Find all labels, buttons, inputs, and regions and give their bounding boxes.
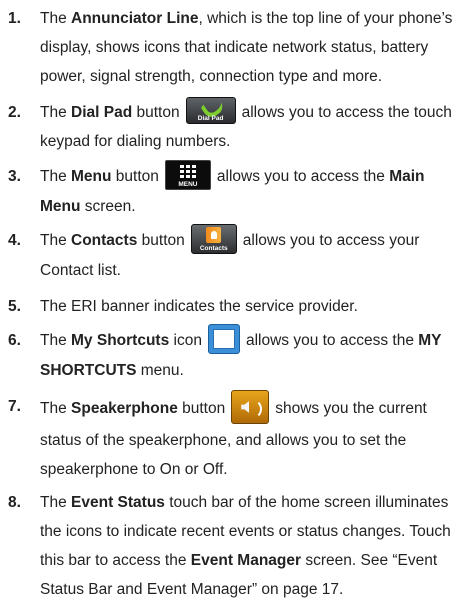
dial-pad-icon: Dial Pad bbox=[185, 96, 236, 125]
term-event-status: Event Status bbox=[71, 494, 165, 511]
menu-icon: MENU bbox=[164, 160, 211, 190]
speakerphone-icon bbox=[231, 390, 270, 424]
item-text: The Menu button MENU allows you to access … bbox=[40, 160, 468, 221]
item-number: 4. bbox=[8, 232, 21, 249]
term-menu: Menu bbox=[71, 168, 112, 186]
item-text: The My Shortcuts icon allows you to acces… bbox=[40, 324, 468, 385]
item-number: 8. bbox=[8, 494, 21, 511]
term-annunciator-line: Annunciator Line bbox=[71, 10, 199, 27]
item-number: 3. bbox=[8, 168, 21, 185]
term-contacts: Contacts bbox=[71, 232, 138, 250]
dial-pad-icon-caption: Dial Pad bbox=[197, 115, 224, 123]
manual-page: 1. The Annunciator Line, which is the to… bbox=[0, 0, 472, 614]
item-number: 5. bbox=[8, 298, 21, 315]
item-number: 2. bbox=[8, 104, 21, 121]
item-number: 1. bbox=[8, 10, 21, 27]
item-text: The Speakerphone button shows you the cur… bbox=[40, 390, 468, 484]
term-speakerphone: Speakerphone bbox=[71, 400, 178, 418]
menu-icon-caption: MENU bbox=[178, 181, 198, 188]
contacts-icon-caption: Contacts bbox=[199, 245, 228, 252]
my-shortcuts-icon bbox=[207, 324, 240, 354]
term-dial-pad: Dial Pad bbox=[71, 104, 133, 121]
item-text: The Event Status touch bar of the home s… bbox=[40, 494, 451, 598]
term-my-shortcuts: My Shortcuts bbox=[71, 332, 170, 350]
term-event-manager: Event Manager bbox=[190, 552, 302, 569]
contacts-icon: Contacts bbox=[190, 224, 237, 254]
item-text: The Contacts button Contacts allows you to… bbox=[40, 224, 468, 285]
item-text: The ERI banner indicates the service pro… bbox=[40, 298, 358, 315]
item-number: 6. bbox=[8, 332, 21, 349]
item-text: The Dial Pad button Dial Pad allows you to… bbox=[40, 96, 468, 156]
item-text: The Annunciator Line, which is the top l… bbox=[40, 10, 453, 85]
item-number: 7. bbox=[8, 398, 21, 415]
